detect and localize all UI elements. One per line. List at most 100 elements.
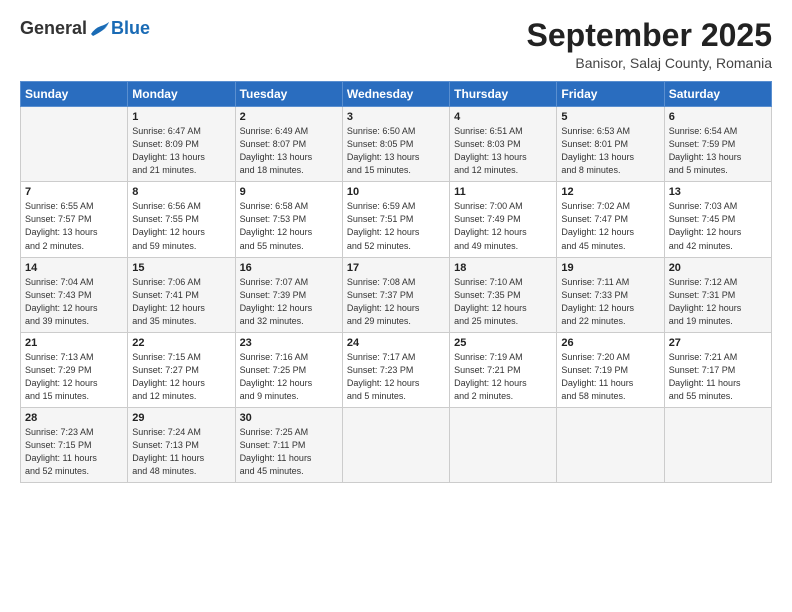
col-header-friday: Friday: [557, 82, 664, 107]
day-cell: 28 Sunrise: 7:23 AM Sunset: 7:15 PM Dayli…: [21, 407, 128, 482]
day-info: Sunrise: 7:10 AM Sunset: 7:35 PM Dayligh…: [454, 276, 552, 328]
day-info: Sunrise: 7:15 AM Sunset: 7:27 PM Dayligh…: [132, 351, 230, 403]
day-info: Sunrise: 7:21 AM Sunset: 7:17 PM Dayligh…: [669, 351, 767, 403]
day-cell: 13 Sunrise: 7:03 AM Sunset: 7:45 PM Dayli…: [664, 182, 771, 257]
day-number: 6: [669, 111, 767, 123]
day-info: Sunrise: 6:47 AM Sunset: 8:09 PM Dayligh…: [132, 125, 230, 177]
day-info: Sunrise: 7:19 AM Sunset: 7:21 PM Dayligh…: [454, 351, 552, 403]
logo-blue: Blue: [111, 18, 150, 39]
day-number: 3: [347, 111, 445, 123]
day-cell: 14 Sunrise: 7:04 AM Sunset: 7:43 PM Dayli…: [21, 257, 128, 332]
day-cell: 10Sunrise: 6:59 AM Sunset: 7:51 PM Dayli…: [342, 182, 449, 257]
day-cell: 17Sunrise: 7:08 AM Sunset: 7:37 PM Dayli…: [342, 257, 449, 332]
day-cell: 30 Sunrise: 7:25 AM Sunset: 7:11 PM Dayli…: [235, 407, 342, 482]
day-cell: 12 Sunrise: 7:02 AM Sunset: 7:47 PM Dayli…: [557, 182, 664, 257]
col-header-tuesday: Tuesday: [235, 82, 342, 107]
day-cell: 29 Sunrise: 7:24 AM Sunset: 7:13 PM Dayli…: [128, 407, 235, 482]
day-cell: [21, 107, 128, 182]
day-number: 24: [347, 337, 445, 349]
day-number: 12: [561, 186, 659, 198]
header-row: SundayMondayTuesdayWednesdayThursdayFrid…: [21, 82, 772, 107]
col-header-saturday: Saturday: [664, 82, 771, 107]
day-number: 29: [132, 412, 230, 424]
day-info: Sunrise: 7:23 AM Sunset: 7:15 PM Dayligh…: [25, 426, 123, 478]
day-number: 1: [132, 111, 230, 123]
day-cell: [664, 407, 771, 482]
day-cell: 26Sunrise: 7:20 AM Sunset: 7:19 PM Dayli…: [557, 332, 664, 407]
day-cell: 7 Sunrise: 6:55 AM Sunset: 7:57 PM Daylig…: [21, 182, 128, 257]
day-number: 16: [240, 262, 338, 274]
day-number: 30: [240, 412, 338, 424]
day-cell: 25Sunrise: 7:19 AM Sunset: 7:21 PM Dayli…: [450, 332, 557, 407]
day-number: 14: [25, 262, 123, 274]
day-info: Sunrise: 7:11 AM Sunset: 7:33 PM Dayligh…: [561, 276, 659, 328]
calendar-table: SundayMondayTuesdayWednesdayThursdayFrid…: [20, 81, 772, 483]
header: General Blue September 2025 Banisor, Sal…: [20, 18, 772, 71]
day-info: Sunrise: 6:49 AM Sunset: 8:07 PM Dayligh…: [240, 125, 338, 177]
day-info: Sunrise: 6:59 AM Sunset: 7:51 PM Dayligh…: [347, 200, 445, 252]
day-cell: 4Sunrise: 6:51 AM Sunset: 8:03 PM Daylig…: [450, 107, 557, 182]
day-info: Sunrise: 7:00 AM Sunset: 7:49 PM Dayligh…: [454, 200, 552, 252]
col-header-sunday: Sunday: [21, 82, 128, 107]
day-info: Sunrise: 7:16 AM Sunset: 7:25 PM Dayligh…: [240, 351, 338, 403]
day-info: Sunrise: 7:24 AM Sunset: 7:13 PM Dayligh…: [132, 426, 230, 478]
day-number: 23: [240, 337, 338, 349]
day-info: Sunrise: 7:02 AM Sunset: 7:47 PM Dayligh…: [561, 200, 659, 252]
subtitle: Banisor, Salaj County, Romania: [527, 55, 772, 71]
day-number: 20: [669, 262, 767, 274]
week-row-1: 1 Sunrise: 6:47 AM Sunset: 8:09 PM Daylig…: [21, 107, 772, 182]
day-number: 2: [240, 111, 338, 123]
day-info: Sunrise: 7:20 AM Sunset: 7:19 PM Dayligh…: [561, 351, 659, 403]
day-number: 19: [561, 262, 659, 274]
day-info: Sunrise: 6:50 AM Sunset: 8:05 PM Dayligh…: [347, 125, 445, 177]
day-info: Sunrise: 7:12 AM Sunset: 7:31 PM Dayligh…: [669, 276, 767, 328]
day-info: Sunrise: 6:55 AM Sunset: 7:57 PM Dayligh…: [25, 200, 123, 252]
day-cell: [342, 407, 449, 482]
logo-text: General Blue: [20, 18, 150, 39]
logo-general: General: [20, 18, 87, 39]
day-cell: 20 Sunrise: 7:12 AM Sunset: 7:31 PM Dayli…: [664, 257, 771, 332]
calendar-page: General Blue September 2025 Banisor, Sal…: [0, 0, 792, 612]
day-info: Sunrise: 6:56 AM Sunset: 7:55 PM Dayligh…: [132, 200, 230, 252]
day-cell: 23 Sunrise: 7:16 AM Sunset: 7:25 PM Dayli…: [235, 332, 342, 407]
day-number: 28: [25, 412, 123, 424]
day-info: Sunrise: 7:25 AM Sunset: 7:11 PM Dayligh…: [240, 426, 338, 478]
day-info: Sunrise: 6:58 AM Sunset: 7:53 PM Dayligh…: [240, 200, 338, 252]
day-number: 4: [454, 111, 552, 123]
week-row-2: 7 Sunrise: 6:55 AM Sunset: 7:57 PM Daylig…: [21, 182, 772, 257]
day-number: 8: [132, 186, 230, 198]
title-block: September 2025 Banisor, Salaj County, Ro…: [527, 18, 772, 71]
day-cell: 27 Sunrise: 7:21 AM Sunset: 7:17 PM Dayli…: [664, 332, 771, 407]
day-number: 15: [132, 262, 230, 274]
day-cell: 19 Sunrise: 7:11 AM Sunset: 7:33 PM Dayli…: [557, 257, 664, 332]
day-cell: 24 Sunrise: 7:17 AM Sunset: 7:23 PM Dayli…: [342, 332, 449, 407]
day-cell: 9Sunrise: 6:58 AM Sunset: 7:53 PM Daylig…: [235, 182, 342, 257]
day-cell: 2 Sunrise: 6:49 AM Sunset: 8:07 PM Daylig…: [235, 107, 342, 182]
day-info: Sunrise: 6:54 AM Sunset: 7:59 PM Dayligh…: [669, 125, 767, 177]
day-info: Sunrise: 7:07 AM Sunset: 7:39 PM Dayligh…: [240, 276, 338, 328]
day-info: Sunrise: 7:17 AM Sunset: 7:23 PM Dayligh…: [347, 351, 445, 403]
main-title: September 2025: [527, 18, 772, 53]
day-number: 13: [669, 186, 767, 198]
week-row-4: 21Sunrise: 7:13 AM Sunset: 7:29 PM Dayli…: [21, 332, 772, 407]
day-cell: 3 Sunrise: 6:50 AM Sunset: 8:05 PM Daylig…: [342, 107, 449, 182]
col-header-wednesday: Wednesday: [342, 82, 449, 107]
day-info: Sunrise: 7:03 AM Sunset: 7:45 PM Dayligh…: [669, 200, 767, 252]
week-row-5: 28 Sunrise: 7:23 AM Sunset: 7:15 PM Dayli…: [21, 407, 772, 482]
col-header-monday: Monday: [128, 82, 235, 107]
day-cell: [557, 407, 664, 482]
day-info: Sunrise: 7:04 AM Sunset: 7:43 PM Dayligh…: [25, 276, 123, 328]
day-number: 7: [25, 186, 123, 198]
day-cell: 18Sunrise: 7:10 AM Sunset: 7:35 PM Dayli…: [450, 257, 557, 332]
day-number: 5: [561, 111, 659, 123]
col-header-thursday: Thursday: [450, 82, 557, 107]
day-number: 11: [454, 186, 552, 198]
day-cell: 1 Sunrise: 6:47 AM Sunset: 8:09 PM Daylig…: [128, 107, 235, 182]
day-cell: 5Sunrise: 6:53 AM Sunset: 8:01 PM Daylig…: [557, 107, 664, 182]
day-cell: 21Sunrise: 7:13 AM Sunset: 7:29 PM Dayli…: [21, 332, 128, 407]
day-info: Sunrise: 7:08 AM Sunset: 7:37 PM Dayligh…: [347, 276, 445, 328]
day-cell: 16 Sunrise: 7:07 AM Sunset: 7:39 PM Dayli…: [235, 257, 342, 332]
day-cell: 15Sunrise: 7:06 AM Sunset: 7:41 PM Dayli…: [128, 257, 235, 332]
day-number: 27: [669, 337, 767, 349]
day-number: 21: [25, 337, 123, 349]
